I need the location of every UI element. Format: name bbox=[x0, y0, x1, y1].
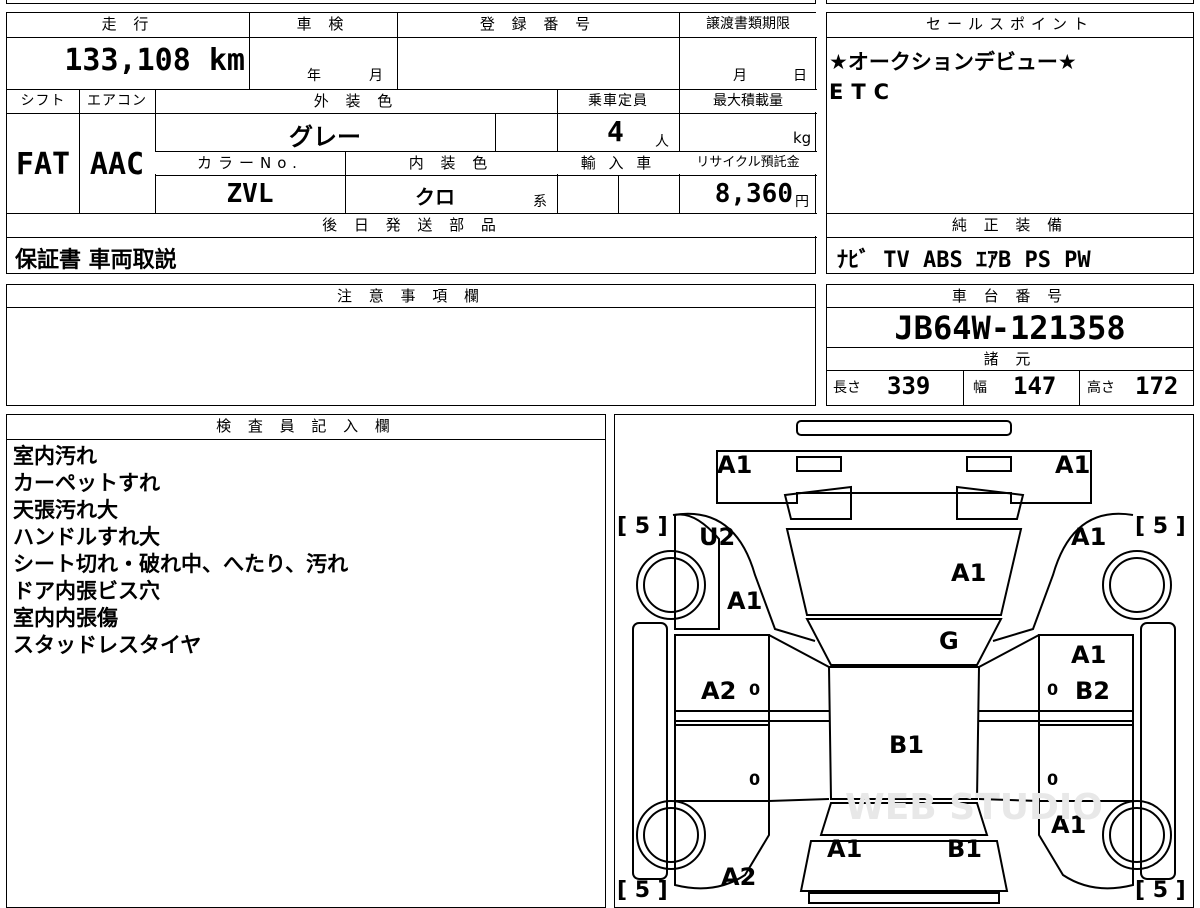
damage-rear-bottom: A2 bbox=[721, 863, 756, 891]
damage-rear-left: A1 bbox=[827, 835, 862, 863]
mileage-value: 133,108 bbox=[64, 43, 191, 78]
inspector-note: ハンドルすれ大 bbox=[13, 525, 160, 549]
car-diagram: A1 A1 [ 5 ] [ 5 ] U2 A1 A1 A1 G A1 A2 B2… bbox=[617, 420, 1186, 904]
length-value: 339 bbox=[887, 372, 931, 400]
shaken-year-unit: 年 bbox=[307, 68, 325, 84]
recycle-value: 8,360 bbox=[714, 179, 793, 209]
width-value: 147 bbox=[1013, 372, 1057, 400]
recycle-header: リサイクル預託金 bbox=[679, 152, 817, 174]
length-label: 長さ bbox=[833, 380, 861, 396]
capacity-value: 4 bbox=[607, 115, 624, 148]
parts-later-header: 後 日 発 送 部 品 bbox=[7, 214, 817, 236]
capacity-unit: 人 bbox=[655, 134, 673, 150]
inspector-notes-list: 室内汚れ カーペットすれ 天張汚れ大 ハンドルすれ大 シート切れ・破れ中、へたり… bbox=[13, 443, 348, 659]
damage-fender-fr: A1 bbox=[1071, 523, 1106, 551]
damage-roof: B1 bbox=[889, 731, 924, 759]
max-load-unit: kg bbox=[793, 129, 812, 147]
car-diagram-box: A1 A1 [ 5 ] [ 5 ] U2 A1 A1 A1 G A1 A2 B2… bbox=[614, 414, 1194, 908]
sales-point-item: ★オークションデビュー★ bbox=[829, 50, 1077, 74]
deadline-month-unit: 月 bbox=[733, 68, 751, 84]
mileage-unit: km bbox=[208, 43, 245, 78]
specs-header: 諸 元 bbox=[827, 348, 1193, 370]
top-strip bbox=[6, 0, 816, 4]
notes-box: 注 意 事 項 欄 bbox=[6, 284, 816, 406]
deadline-header: 譲渡書類期限 bbox=[679, 13, 817, 37]
zero-rl: 0 bbox=[749, 770, 760, 789]
vehicle-info-table: 走 行 車 検 登 録 番 号 譲渡書類期限 133,108 km 年 月 月 … bbox=[6, 12, 817, 274]
sales-point-box: セールスポイント ★オークションデビュー★ ETC 純 正 装 備 ﾅﾋﾞ TV… bbox=[826, 12, 1194, 274]
aircon-header: エアコン bbox=[79, 90, 155, 112]
damage-front-left: A1 bbox=[717, 451, 752, 479]
interior-color-header: 内 装 色 bbox=[345, 152, 557, 174]
recycle-unit: 円 bbox=[795, 194, 813, 210]
import-header: 輸 入 車 bbox=[557, 152, 679, 174]
notes-header: 注 意 事 項 欄 bbox=[7, 285, 815, 307]
inspector-note: 室内汚れ bbox=[13, 444, 97, 468]
interior-color-value: クロ bbox=[415, 185, 455, 209]
damage-front-right: A1 bbox=[1055, 451, 1090, 479]
damage-pillar-fl: A1 bbox=[727, 587, 762, 615]
parts-later-value: 保証書 車両取説 bbox=[15, 248, 177, 273]
width-label: 幅 bbox=[973, 380, 987, 396]
chassis-value: JB64W-121358 bbox=[894, 309, 1126, 347]
inspector-header: 検 査 員 記 入 欄 bbox=[7, 415, 605, 439]
height-label: 高さ bbox=[1087, 380, 1115, 396]
exterior-color-value: グレー bbox=[289, 123, 361, 151]
inspector-note: ドア内張ビス穴 bbox=[13, 579, 160, 603]
inspector-note: シート切れ・破れ中、へたり、汚れ bbox=[13, 552, 349, 576]
shift-value: FAT bbox=[15, 147, 71, 182]
inspector-note: カーペットすれ bbox=[13, 471, 160, 495]
chassis-header: 車 台 番 号 bbox=[827, 285, 1193, 307]
height-value: 172 bbox=[1135, 372, 1179, 400]
inspector-box: 検 査 員 記 入 欄 室内汚れ カーペットすれ 天張汚れ大 ハンドルすれ大 シ… bbox=[6, 414, 606, 908]
damage-hood: A1 bbox=[951, 559, 986, 587]
color-no-header: カラーNo. bbox=[155, 152, 345, 174]
sales-point-item: ETC bbox=[829, 80, 898, 104]
max-load-header: 最大積載量 bbox=[679, 90, 817, 112]
tire-left-bottom: [ 5 ] bbox=[617, 878, 668, 903]
shift-header: シフト bbox=[7, 90, 79, 112]
sales-point-header: セールスポイント bbox=[827, 13, 1193, 37]
damage-door-rr: B2 bbox=[1075, 677, 1110, 705]
exterior-color-header: 外 装 色 bbox=[155, 90, 557, 112]
genuine-equipment-value: ﾅﾋﾞ TV ABS ｴｱB PS PW bbox=[837, 248, 1091, 273]
inspector-note: 天張汚れ大 bbox=[13, 498, 118, 522]
zero-fr: 0 bbox=[1047, 680, 1058, 699]
damage-windshield: G bbox=[939, 627, 959, 655]
shaken-month-unit: 月 bbox=[369, 68, 387, 84]
tire-right-top: [ 5 ] bbox=[1135, 514, 1186, 539]
zero-fl: 0 bbox=[749, 680, 760, 699]
mileage-header: 走 行 bbox=[7, 13, 249, 37]
color-no-value: ZVL bbox=[226, 179, 274, 209]
inspector-note: 室内内張傷 bbox=[13, 606, 118, 630]
interior-color-suffix: 系 bbox=[533, 194, 551, 210]
tire-right-bottom: [ 5 ] bbox=[1135, 878, 1186, 903]
top-strip-right bbox=[826, 0, 1194, 4]
genuine-equipment-header: 純 正 装 備 bbox=[827, 214, 1193, 236]
deadline-day-unit: 日 bbox=[793, 68, 811, 84]
damage-door-fr: A1 bbox=[1071, 641, 1106, 669]
watermark: WEB STUDIO bbox=[845, 787, 1103, 828]
tire-left-top: [ 5 ] bbox=[617, 514, 668, 539]
chassis-box: 車 台 番 号 JB64W-121358 諸 元 長さ 339 幅 147 高さ… bbox=[826, 284, 1194, 406]
aircon-value: AAC bbox=[89, 147, 145, 182]
inspector-note: スタッドレスタイヤ bbox=[13, 633, 202, 657]
damage-rear-right: B1 bbox=[947, 835, 982, 863]
shaken-header: 車 検 bbox=[249, 13, 397, 37]
registration-header: 登 録 番 号 bbox=[397, 13, 679, 37]
capacity-header: 乗車定員 bbox=[557, 90, 679, 112]
damage-fender-fl: U2 bbox=[699, 523, 735, 551]
damage-door-fl: A2 bbox=[701, 677, 736, 705]
